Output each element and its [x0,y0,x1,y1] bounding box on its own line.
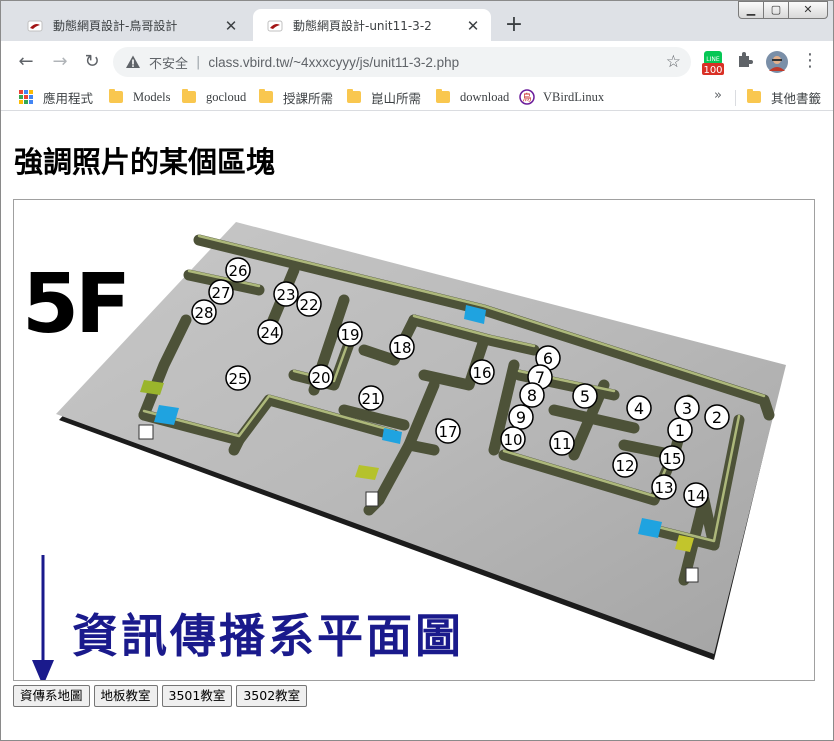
room-number-label: 4 [634,399,644,418]
bookmarks-bar: 應用程式 Models gocloud 授課所需 崑山所需 download 鳥… [1,83,833,111]
room-number-label: 27 [211,284,230,302]
room-number-label: 13 [654,479,673,497]
browser-toolbar: ← → ↻ 不安全 | class.vbird.tw/~4xxxcyyy/js/… [1,41,833,83]
room-number-label: 22 [299,296,318,314]
room-number-label: 20 [311,369,330,387]
warning-triangle-icon [126,55,140,68]
room-number-label: 18 [392,339,411,357]
tab-strip: 動態網頁設計-鳥哥設計 ✕ 動態網頁設計-unit11-3-2 ✕ + ▁ ▢ … [1,1,833,42]
bookmarks-overflow-chevron-icon[interactable]: » [714,88,722,103]
room-number-label: 8 [527,386,537,405]
bookmark-download[interactable]: download [436,88,509,106]
bookmark-star-icon[interactable]: ☆ [666,52,681,72]
room-number-label: 9 [516,408,526,427]
chrome-menu-icon[interactable]: ⋮ [801,51,819,73]
reload-icon[interactable]: ↻ [79,49,105,75]
not-secure-label: 不安全 [149,56,189,72]
extension-badge-count: 100 [703,65,722,75]
vbird-logo-icon: 鳥 [519,89,535,105]
floorplan-caption: 資訊傳播系平面圖 [72,609,464,663]
room-number-label: 10 [503,431,522,449]
profile-avatar[interactable] [766,51,788,73]
tab-close-icon[interactable]: ✕ [223,18,239,34]
room-number-label: 25 [228,370,247,388]
bookmark-label: 其他書籤 [771,91,822,106]
room-number-label: 16 [472,364,491,382]
room-3502-button[interactable]: 3502教室 [236,685,308,707]
minimize-icon[interactable]: ▁ [738,1,764,19]
folder-icon [747,89,761,103]
bookmark-apps[interactable]: 應用程式 [19,88,93,106]
bookmark-vbirdlinux[interactable]: 鳥 VBirdLinux [519,88,604,106]
maximize-icon[interactable]: ▢ [763,1,789,19]
tab-title: 動態網頁設計-unit11-3-2 [293,19,432,33]
room-number-label: 19 [340,326,359,344]
bookmark-label: 應用程式 [43,91,94,106]
floor-classroom-button[interactable]: 地板教室 [93,685,158,707]
new-tab-plus-icon[interactable]: + [501,13,527,39]
bookmark-other[interactable]: 其他書籤 [747,88,821,106]
room-number-label: 15 [662,450,681,468]
room-number-label: 1 [675,421,685,440]
page-title: 強調照片的某個區塊 [14,145,276,179]
tab-unit11-3-2[interactable]: 動態網頁設計-unit11-3-2 ✕ [253,9,491,42]
restroom-sign-icon [138,424,154,440]
bookmark-label: Models [133,89,171,104]
browser-window: 動態網頁設計-鳥哥設計 ✕ 動態網頁設計-unit11-3-2 ✕ + ▁ ▢ … [0,0,834,741]
room-number-label: 5 [580,387,590,406]
page-content: 強調照片的某個區塊 1 2 3 4 5 6 7 8 9 10 11 12 13 … [1,112,833,740]
floorplan-image: 1 2 3 4 5 6 7 8 9 10 11 12 13 14 15 16 17 18 19 20 21 22 23 24 2… [13,199,815,681]
room-number-label: 24 [260,324,279,342]
bookmark-teaching[interactable]: 授課所需 [259,88,333,106]
folder-icon [182,89,196,103]
tab-title: 動態網頁設計-鳥哥設計 [53,19,178,33]
floor-label: 5F [22,257,127,352]
bookmark-label: VBirdLinux [543,89,605,104]
svg-text:LINE: LINE [706,56,720,63]
room-number-label: 26 [228,262,247,280]
extensions-puzzle-icon[interactable] [736,51,758,73]
folder-icon [436,89,450,103]
room-number-label: 17 [438,423,457,441]
vbird-favicon-icon [267,18,283,34]
line-extension-icon[interactable]: LINE 100 [702,51,724,76]
bookmark-label: 授課所需 [283,91,334,106]
bookmark-label: gocloud [206,89,247,104]
dept-map-button[interactable]: 資傳系地圖 [13,685,90,707]
apps-grid-icon [19,90,33,104]
restroom-sign-icon [685,567,699,583]
svg-text:鳥: 鳥 [522,92,531,104]
room-number-label: 23 [276,286,295,304]
bookmark-models[interactable]: Models [109,88,171,106]
forward-arrow-icon[interactable]: → [47,49,73,75]
vbird-favicon-icon [27,18,43,34]
room-3501-button[interactable]: 3501教室 [161,685,233,707]
room-number-label: 21 [361,390,380,408]
room-number-label: 12 [615,457,634,475]
tab-vbird-design[interactable]: 動態網頁設計-鳥哥設計 ✕ [13,9,249,42]
back-arrow-icon[interactable]: ← [13,49,39,75]
omnibox-divider: | [196,54,201,70]
address-bar[interactable]: 不安全 | class.vbird.tw/~4xxxcyyy/js/unit11… [113,47,691,77]
arrow-down-icon [32,555,54,680]
bookmark-label: 崑山所需 [371,91,422,106]
tab-close-icon[interactable]: ✕ [465,18,481,34]
bookmark-gocloud[interactable]: gocloud [182,88,246,106]
bookmarks-divider [735,90,736,106]
folder-icon [347,89,361,103]
room-number-label: 28 [194,304,213,322]
view-buttons: 資傳系地圖 地板教室 3501教室 3502教室 [13,685,311,707]
room-number-label: 2 [712,408,722,427]
folder-icon [259,89,273,103]
restroom-sign-icon [365,491,379,507]
bookmark-kunshan[interactable]: 崑山所需 [347,88,421,106]
url-text[interactable]: class.vbird.tw/~4xxxcyyy/js/unit11-3-2.p… [208,55,459,70]
folder-icon [109,89,123,103]
room-number-label: 3 [682,399,692,418]
room-number-label: 14 [686,487,705,505]
room-number-label: 11 [552,435,571,453]
close-icon[interactable]: ✕ [788,1,828,19]
bookmark-label: download [460,89,510,104]
